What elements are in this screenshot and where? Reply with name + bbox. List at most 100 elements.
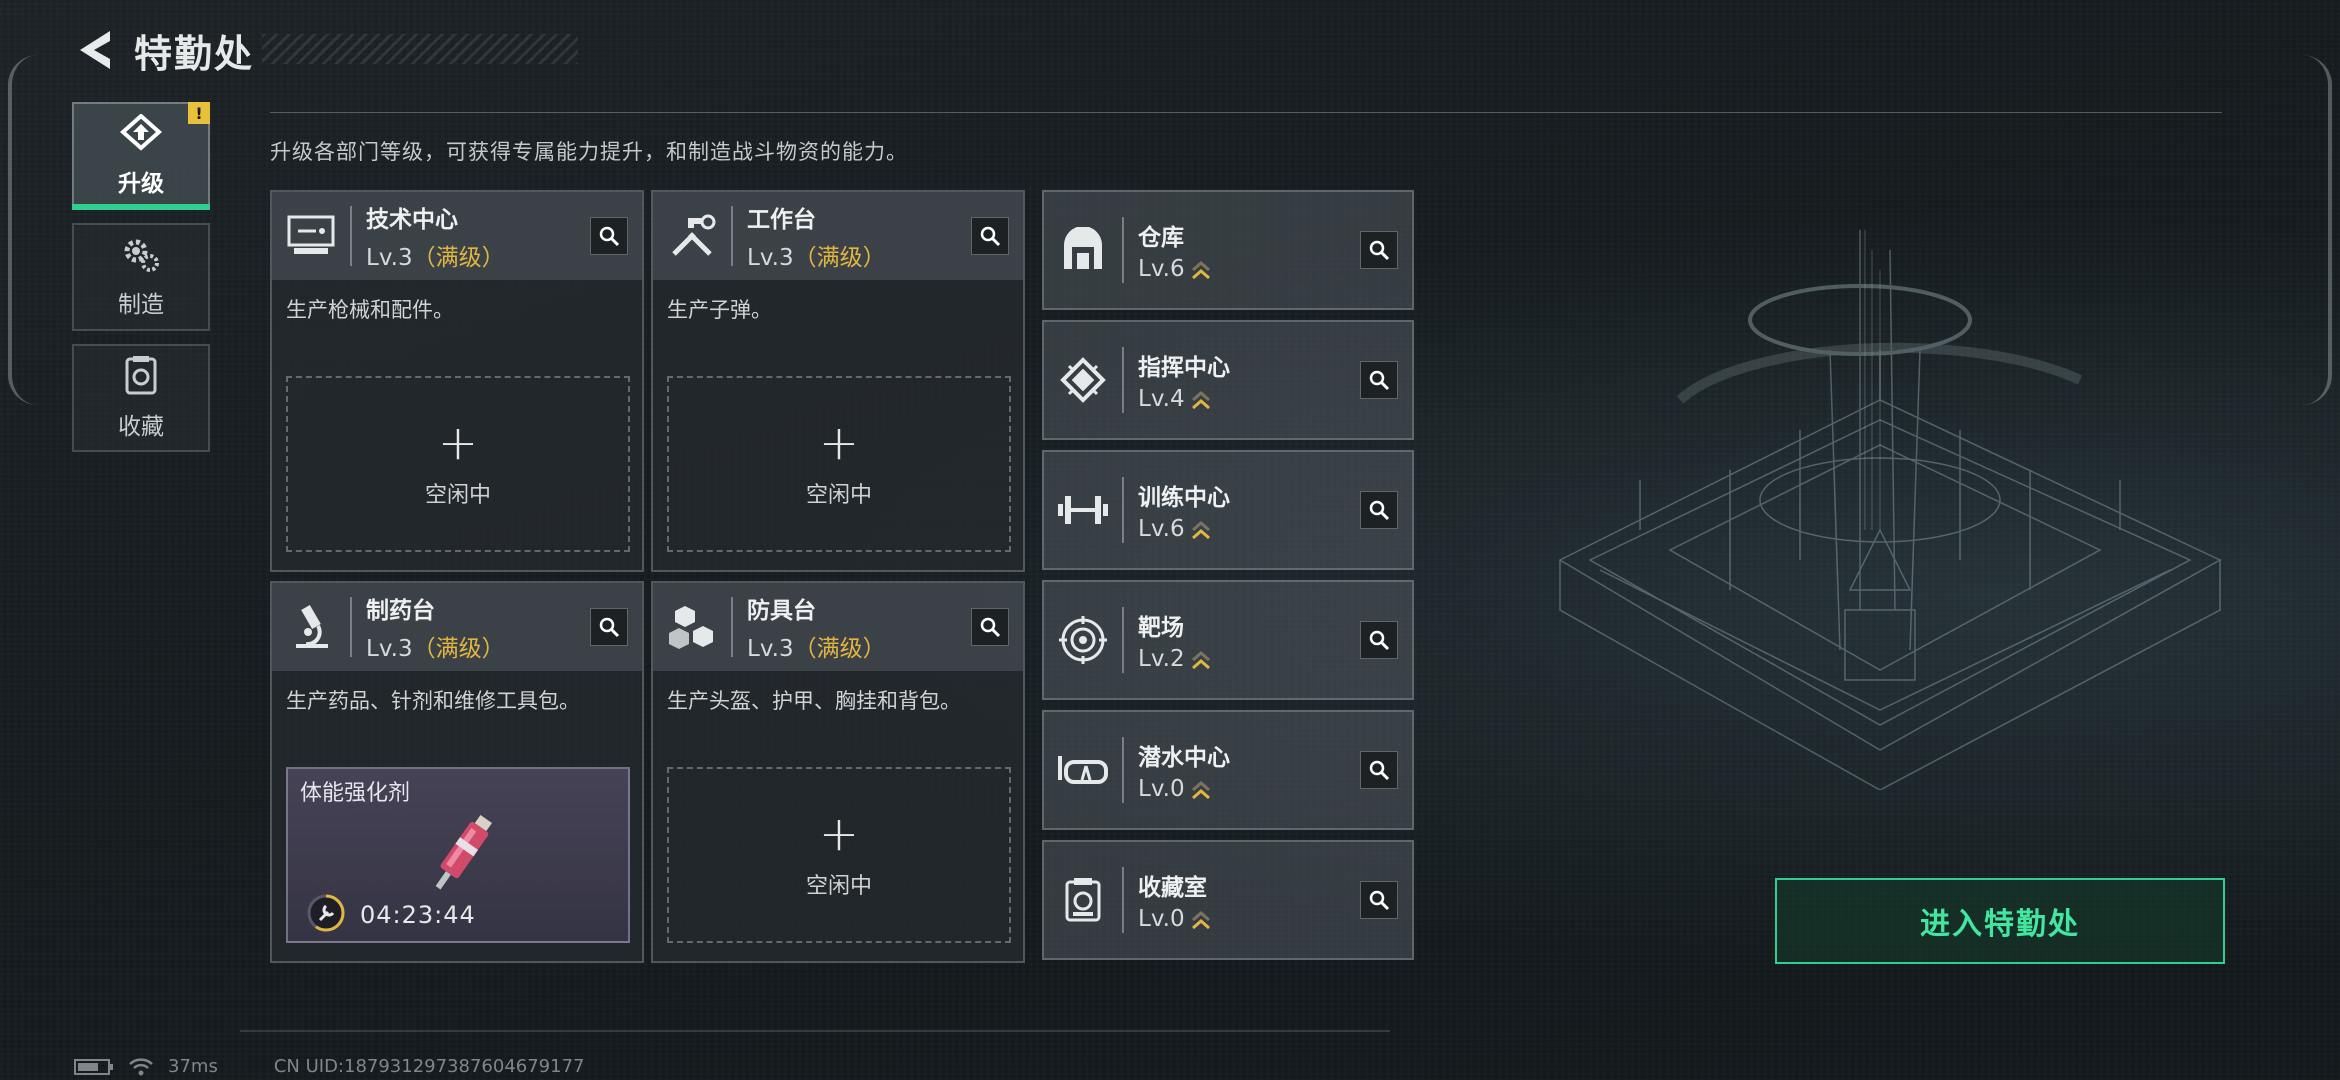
armor-cubes-icon: [653, 583, 731, 671]
slot-status: 空闲中: [424, 483, 491, 508]
slot-status: 空闲中: [805, 874, 872, 899]
upgrade-chevron-icon: [1191, 780, 1210, 799]
idle-slot[interactable]: + 空闲中: [286, 376, 630, 552]
search-button[interactable]: [1360, 881, 1398, 919]
department-name: 工作台: [747, 207, 816, 233]
separator: [731, 597, 733, 657]
search-button[interactable]: [1360, 621, 1398, 659]
search-icon: [1369, 760, 1390, 781]
facility-name: 潜水中心: [1138, 745, 1230, 771]
facility-card-shooting-range[interactable]: 靶场 Lv.2: [1042, 580, 1414, 700]
facility-name: 训练中心: [1138, 485, 1230, 511]
frame-arc-left: [8, 55, 38, 405]
page-header: 特勤处: [72, 22, 578, 78]
separator: [1122, 217, 1124, 283]
gears-icon: [124, 239, 159, 272]
search-button[interactable]: [1360, 491, 1398, 529]
sidebar-item-label: 升级: [118, 171, 164, 197]
department-name: 防具台: [747, 598, 816, 624]
crafting-item-name: 体能强化剂: [300, 781, 411, 806]
page-title: 特勤处: [134, 31, 255, 76]
department-name: 技术中心: [366, 207, 458, 233]
chip-icon: [1044, 320, 1122, 440]
search-icon: [1369, 890, 1390, 911]
top-divider: [270, 112, 2222, 113]
plus-icon: +: [818, 415, 860, 471]
search-icon: [1369, 370, 1390, 391]
facility-name: 收藏室: [1138, 875, 1207, 901]
sidebar-item-upgrade[interactable]: ! 升级: [72, 102, 210, 210]
department-card-pharmacy: 制药台 Lv.3（满级） 生产药品、针剂和维修工具包。 体能强化剂 04:23:…: [270, 581, 644, 963]
upgrade-icon: [119, 114, 163, 151]
enter-hq-button[interactable]: 进入特勤处: [1775, 878, 2225, 964]
search-button[interactable]: [1360, 751, 1398, 789]
department-description: 生产子弹。: [667, 298, 772, 322]
warehouse-icon: [1044, 190, 1122, 310]
idle-slot[interactable]: + 空闲中: [667, 767, 1011, 943]
target-icon: [1044, 580, 1122, 700]
idle-slot[interactable]: + 空闲中: [667, 376, 1011, 552]
upgrade-chevron-icon: [1191, 520, 1210, 539]
search-icon: [599, 617, 620, 638]
bottom-divider: [240, 1030, 1390, 1032]
separator: [1122, 737, 1124, 803]
back-button[interactable]: [72, 22, 116, 78]
sidebar-item-craft[interactable]: 制造: [72, 223, 210, 331]
crafting-slot[interactable]: 体能强化剂 04:23:44: [286, 767, 630, 943]
progress-ring-icon: [307, 894, 345, 932]
plus-icon: +: [437, 415, 479, 471]
department-card-armor: 防具台 Lv.3（满级） 生产头盔、护甲、胸挂和背包。 + 空闲中: [651, 581, 1025, 963]
facility-card-collection-room[interactable]: 收藏室 Lv.0: [1042, 840, 1414, 960]
upgrade-chevron-icon: [1191, 650, 1210, 669]
separator: [350, 206, 352, 266]
separator: [1122, 347, 1124, 413]
search-button[interactable]: [1360, 231, 1398, 269]
ping-value: 37ms: [168, 1056, 218, 1077]
title-decoration: [262, 34, 578, 64]
diving-mask-icon: [1044, 710, 1122, 830]
facility-name: 靶场: [1138, 615, 1184, 641]
facility-card-diving-center[interactable]: 潜水中心 Lv.0: [1042, 710, 1414, 830]
facility-level: Lv.6: [1138, 256, 1211, 282]
search-icon: [980, 226, 1001, 247]
search-button[interactable]: [590, 217, 628, 255]
sidebar-item-collection[interactable]: 收藏: [72, 344, 210, 452]
battery-icon: [74, 1058, 113, 1075]
separator: [1122, 607, 1124, 673]
card-header: 技术中心 Lv.3（满级）: [272, 192, 642, 280]
facility-level: Lv.6: [1138, 516, 1230, 542]
user-uid: CN UID:187931297387604679177: [273, 1056, 585, 1077]
slot-status: 空闲中: [805, 483, 872, 508]
collection-icon: [125, 356, 157, 395]
facility-card-command-center[interactable]: 指挥中心 Lv.4: [1042, 320, 1414, 440]
department-level: Lv.3（满级）: [747, 636, 886, 662]
microscope-icon: [272, 583, 350, 671]
search-icon: [980, 617, 1001, 638]
department-card-tech-center: 技术中心 Lv.3（满级） 生产枪械和配件。 + 空闲中: [270, 190, 644, 572]
computer-icon: [272, 192, 350, 280]
facility-level: Lv.4: [1138, 386, 1230, 412]
facility-level: Lv.0: [1138, 776, 1230, 802]
department-description: 生产头盔、护甲、胸挂和背包。: [667, 689, 961, 713]
headquarters-wireframe-illustration: [1558, 230, 2222, 790]
search-button[interactable]: [590, 608, 628, 646]
status-bar: 37ms CN UID:187931297387604679177: [74, 1056, 585, 1077]
search-icon: [1369, 500, 1390, 521]
search-icon: [599, 226, 620, 247]
syringe-item-icon: [435, 814, 492, 890]
collection-icon: [1044, 840, 1122, 960]
upgrade-chevron-icon: [1191, 910, 1210, 929]
department-card-workbench: 工作台 Lv.3（满级） 生产子弹。 + 空闲中: [651, 190, 1025, 572]
facility-card-warehouse[interactable]: 仓库 Lv.6: [1042, 190, 1414, 310]
department-name: 制药台: [366, 598, 435, 624]
search-icon: [1369, 630, 1390, 651]
facility-card-training-center[interactable]: 训练中心 Lv.6: [1042, 450, 1414, 570]
facility-level: Lv.0: [1138, 906, 1211, 932]
search-button[interactable]: [971, 608, 1009, 646]
facility-level: Lv.2: [1138, 646, 1211, 672]
department-level: Lv.3（满级）: [747, 245, 886, 271]
plus-icon: +: [818, 806, 860, 862]
department-description: 生产枪械和配件。: [286, 298, 454, 322]
search-button[interactable]: [971, 217, 1009, 255]
search-button[interactable]: [1360, 361, 1398, 399]
